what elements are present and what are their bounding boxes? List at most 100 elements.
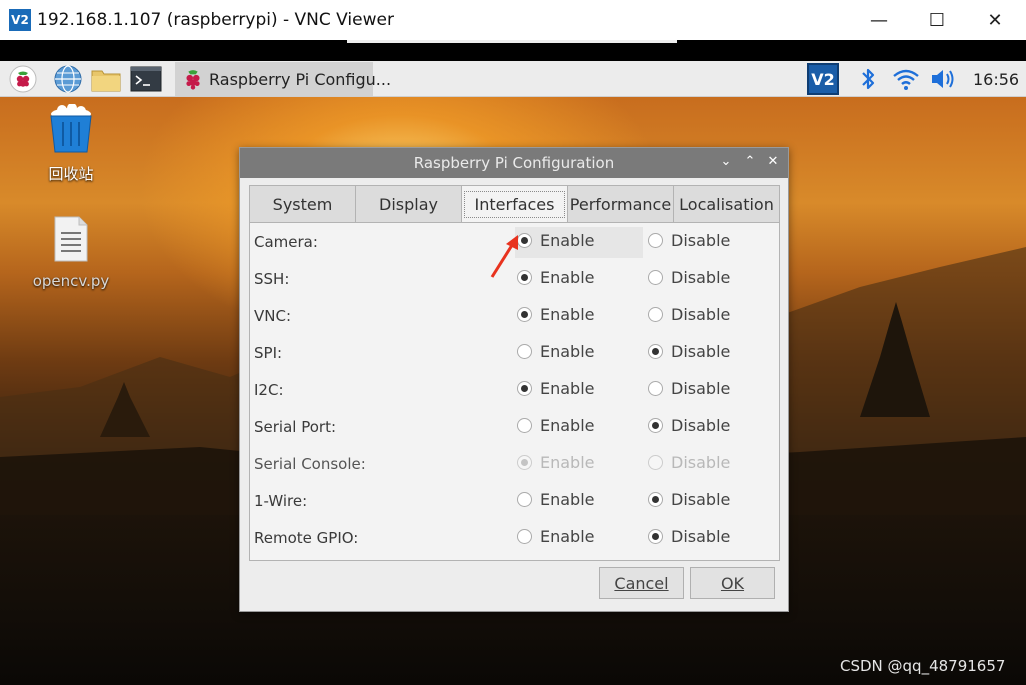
taskbar-task-label: Raspberry Pi Configu... <box>209 69 392 89</box>
disable-radio-option[interactable]: Disable <box>648 379 730 398</box>
enable-label: Enable <box>540 342 595 361</box>
radio-disable[interactable] <box>648 233 663 248</box>
disable-label: Disable <box>671 527 731 546</box>
raspi-config-dialog: Raspberry Pi Configuration ⌄ ⌃ ✕ System … <box>239 147 789 612</box>
tab-system[interactable]: System <box>249 185 356 223</box>
radio-disable <box>648 455 663 470</box>
taskbar-task-raspi-config[interactable]: Raspberry Pi Configu... <box>175 62 391 97</box>
clock: 16:56 <box>973 70 1020 89</box>
interface-row: Remote GPIO: Enable Disable <box>250 519 779 556</box>
enable-label: Enable <box>540 268 595 287</box>
close-window-button[interactable]: ✕ <box>966 0 1024 40</box>
tab-localisation[interactable]: Localisation <box>673 185 780 223</box>
enable-label: Enable <box>540 379 595 398</box>
chevron-down-icon[interactable]: ⌄ <box>717 153 735 171</box>
enable-radio-option[interactable]: Enable <box>517 490 595 509</box>
radio-disable[interactable] <box>648 529 663 544</box>
enable-radio-option[interactable]: Enable <box>517 231 595 250</box>
dialog-titlebar[interactable]: Raspberry Pi Configuration ⌄ ⌃ ✕ <box>240 148 788 178</box>
text-file-icon <box>54 216 88 262</box>
trash-icon <box>50 103 92 153</box>
chevron-up-icon[interactable]: ⌃ <box>741 153 759 171</box>
disable-radio-option[interactable]: Disable <box>648 527 730 546</box>
vnc-toolbar-handle[interactable] <box>347 40 677 43</box>
web-browser-icon[interactable] <box>52 63 84 95</box>
radio-enable[interactable] <box>517 418 532 433</box>
enable-radio-option[interactable]: Enable <box>517 379 595 398</box>
enable-radio-option: Enable <box>517 453 595 472</box>
interface-label: SSH: <box>254 270 290 288</box>
disable-label: Disable <box>671 305 731 324</box>
interface-label: Camera: <box>254 233 318 251</box>
radio-disable[interactable] <box>648 381 663 396</box>
tab-performance[interactable]: Performance <box>567 185 674 223</box>
tab-label: Localisation <box>679 194 774 214</box>
disable-label: Disable <box>671 416 731 435</box>
cancel-button[interactable]: Cancel <box>599 567 684 599</box>
enable-radio-option[interactable]: Enable <box>517 527 595 546</box>
disable-radio-option[interactable]: Disable <box>648 342 730 361</box>
enable-radio-option[interactable]: Enable <box>517 268 595 287</box>
vnc-server-tray-icon[interactable]: V2 <box>807 63 839 95</box>
enable-radio-option[interactable]: Enable <box>517 342 595 361</box>
radio-disable[interactable] <box>648 344 663 359</box>
disable-radio-option: Disable <box>648 453 730 472</box>
file-manager-icon[interactable] <box>90 63 122 95</box>
tab-label: Interfaces <box>463 190 566 218</box>
radio-enable[interactable] <box>517 381 532 396</box>
annotation-arrow-icon <box>490 235 518 278</box>
ok-button[interactable]: OK <box>690 567 775 599</box>
disable-radio-option[interactable]: Disable <box>648 490 730 509</box>
watermark: CSDN @qq_48791657 <box>840 657 1006 675</box>
radio-enable[interactable] <box>517 344 532 359</box>
radio-enable[interactable] <box>517 529 532 544</box>
interface-label: Serial Port: <box>254 418 337 436</box>
raspberry-app-icon <box>180 66 206 97</box>
desktop-icon-trash[interactable]: 回收站 <box>26 103 116 184</box>
tab-display[interactable]: Display <box>355 185 462 223</box>
radio-enable[interactable] <box>517 492 532 507</box>
desktop-icon-opencv-file[interactable]: opencv.py <box>26 215 116 290</box>
interface-row: I2C: Enable Disable <box>250 371 779 408</box>
maximize-button[interactable]: ☐ <box>908 0 966 40</box>
interface-label: SPI: <box>254 344 283 362</box>
dialog-close-icon[interactable]: ✕ <box>764 153 782 171</box>
enable-radio-option[interactable]: Enable <box>517 305 595 324</box>
enable-label: Enable <box>540 416 595 435</box>
terminal-icon[interactable] <box>130 63 162 95</box>
radio-disable[interactable] <box>648 492 663 507</box>
wifi-icon[interactable] <box>890 63 922 95</box>
disable-radio-option[interactable]: Disable <box>648 305 730 324</box>
disable-radio-option[interactable]: Disable <box>648 416 730 435</box>
interface-label: Serial Console: <box>254 455 366 473</box>
tab-interfaces[interactable]: Interfaces <box>461 185 568 223</box>
interface-row: VNC: Enable Disable <box>250 297 779 334</box>
raspberry-menu-icon[interactable] <box>7 63 39 95</box>
radio-enable[interactable] <box>517 307 532 322</box>
desktop-icon-label: 回收站 <box>48 165 94 183</box>
radio-disable[interactable] <box>648 270 663 285</box>
disable-label: Disable <box>671 342 731 361</box>
dialog-title: Raspberry Pi Configuration <box>413 154 615 172</box>
desktop-icon-label: opencv.py <box>32 272 110 290</box>
bluetooth-icon[interactable] <box>852 63 884 95</box>
disable-radio-option[interactable]: Disable <box>648 268 730 287</box>
radio-disable[interactable] <box>648 307 663 322</box>
vnc-toolbar-strip <box>0 40 1026 61</box>
radio-disable[interactable] <box>648 418 663 433</box>
disable-label: Disable <box>671 490 731 509</box>
interface-row: Serial Port: Enable Disable <box>250 408 779 445</box>
interface-label: I2C: <box>254 381 284 399</box>
disable-radio-option[interactable]: Disable <box>648 231 730 250</box>
radio-enable <box>517 455 532 470</box>
volume-icon[interactable] <box>928 63 960 95</box>
enable-radio-option[interactable]: Enable <box>517 416 595 435</box>
enable-label: Enable <box>540 305 595 324</box>
interface-label: 1-Wire: <box>254 492 308 510</box>
minimize-button[interactable]: — <box>850 0 908 40</box>
enable-label: Enable <box>540 231 595 250</box>
tab-label: Display <box>379 194 438 214</box>
tab-label: Performance <box>569 194 672 214</box>
disable-label: Disable <box>671 379 731 398</box>
disable-label: Disable <box>671 231 731 250</box>
